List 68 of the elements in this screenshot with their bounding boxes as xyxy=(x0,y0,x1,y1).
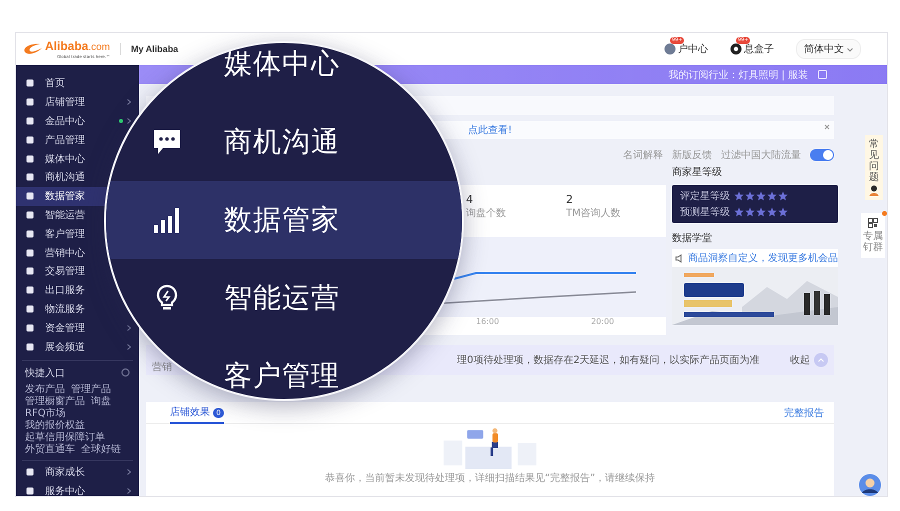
menu-icon xyxy=(26,468,34,476)
menu-icon xyxy=(26,79,34,88)
avatar-icon[interactable] xyxy=(664,43,676,55)
page-title: My Alibaba xyxy=(131,44,178,54)
menu-item[interactable]: 数据管家 xyxy=(224,201,340,239)
menu-item[interactable]: 媒体中心 xyxy=(224,45,340,83)
language-select[interactable]: 简体中文 xyxy=(796,39,861,59)
menu-item[interactable]: 客户管理 xyxy=(224,357,340,395)
sidebar-item[interactable]: 服务中心 xyxy=(16,482,139,496)
bar-chart-icon xyxy=(153,207,181,233)
menu-icon xyxy=(26,154,34,163)
menu-icon xyxy=(26,192,34,200)
menu-icon xyxy=(26,173,34,182)
rating-label: 评定星等级 xyxy=(680,190,730,203)
menu-icon xyxy=(26,267,34,276)
summary-text: 理0项待处理项，数据存在2天延迟，如有疑问，以实际产品页面为准 xyxy=(457,354,760,367)
menu-icon xyxy=(26,286,34,294)
chat-icon xyxy=(153,129,181,155)
quick-link[interactable]: 外贸直通车 xyxy=(25,444,75,455)
section-title: 数据学堂 xyxy=(672,232,713,246)
close-icon[interactable] xyxy=(824,124,830,130)
menu-icon xyxy=(26,304,34,313)
quick-link[interactable]: 管理产品 xyxy=(71,384,111,395)
quick-link[interactable]: RFQ市场 xyxy=(25,408,66,419)
menu-icon xyxy=(26,324,34,332)
menu-icon xyxy=(26,98,34,106)
menu-item[interactable]: 商机沟通 xyxy=(224,123,340,161)
quick-link[interactable]: 起草信用保障订单 xyxy=(25,432,105,443)
caret-icon xyxy=(847,48,853,52)
axis-label: 20:00 xyxy=(591,317,614,326)
person-icon xyxy=(869,185,879,196)
stat-value: 2 xyxy=(566,193,574,206)
axis-label: 16:00 xyxy=(476,317,500,326)
stat-value: 4 xyxy=(466,193,474,206)
menu-icon xyxy=(26,136,34,144)
menu-icon xyxy=(26,230,34,238)
logo-icon xyxy=(22,42,44,56)
lightbulb-icon xyxy=(156,284,178,312)
quick-link[interactable]: 全球好链 xyxy=(81,444,121,455)
group-button[interactable]: 专属钉群 xyxy=(861,213,885,258)
menu-icon xyxy=(26,342,34,351)
qr-code-icon xyxy=(868,218,878,228)
section-label: 营销 xyxy=(152,360,173,374)
filter-toggle[interactable] xyxy=(810,149,834,161)
sidebar-item[interactable]: 商家成长 xyxy=(16,462,139,482)
rating-label: 预测星等级 xyxy=(680,206,730,219)
quick-link[interactable]: 发布产品 xyxy=(25,384,65,395)
menu-item[interactable]: 智能运营 xyxy=(224,279,340,317)
full-report-link[interactable]: 完整报告 xyxy=(784,406,824,420)
header-link[interactable]: 息盒子 xyxy=(744,42,774,56)
faq-button[interactable]: 常见问题 xyxy=(865,135,883,200)
quick-link[interactable]: 管理橱窗产品 xyxy=(25,396,85,407)
menu-icon xyxy=(26,248,34,257)
stat-label: 询盘个数 xyxy=(466,207,506,220)
menu-icon xyxy=(26,210,34,219)
menu-icon xyxy=(26,116,34,125)
avatar[interactable] xyxy=(859,474,881,496)
section-title: 快捷入口 xyxy=(25,366,65,380)
stat-label: TM咨询人数 xyxy=(566,207,621,220)
notice-link[interactable]: 点此查看! xyxy=(468,123,512,137)
collapse-link[interactable]: 收起 xyxy=(790,353,810,367)
edit-icon[interactable] xyxy=(818,70,827,79)
header-link[interactable]: 户中心 xyxy=(678,42,708,56)
quick-link[interactable]: 询盘 xyxy=(91,396,111,407)
quick-link[interactable]: 我的报价权益 xyxy=(25,420,85,431)
empty-message: 恭喜你，当前暂未发现待处理项，详细扫描结果见“完整报告”，请继续保持 xyxy=(324,472,656,485)
section-title: 商家星等级 xyxy=(672,166,723,180)
toggle-label: 过滤中国大陆流量 xyxy=(721,148,801,162)
